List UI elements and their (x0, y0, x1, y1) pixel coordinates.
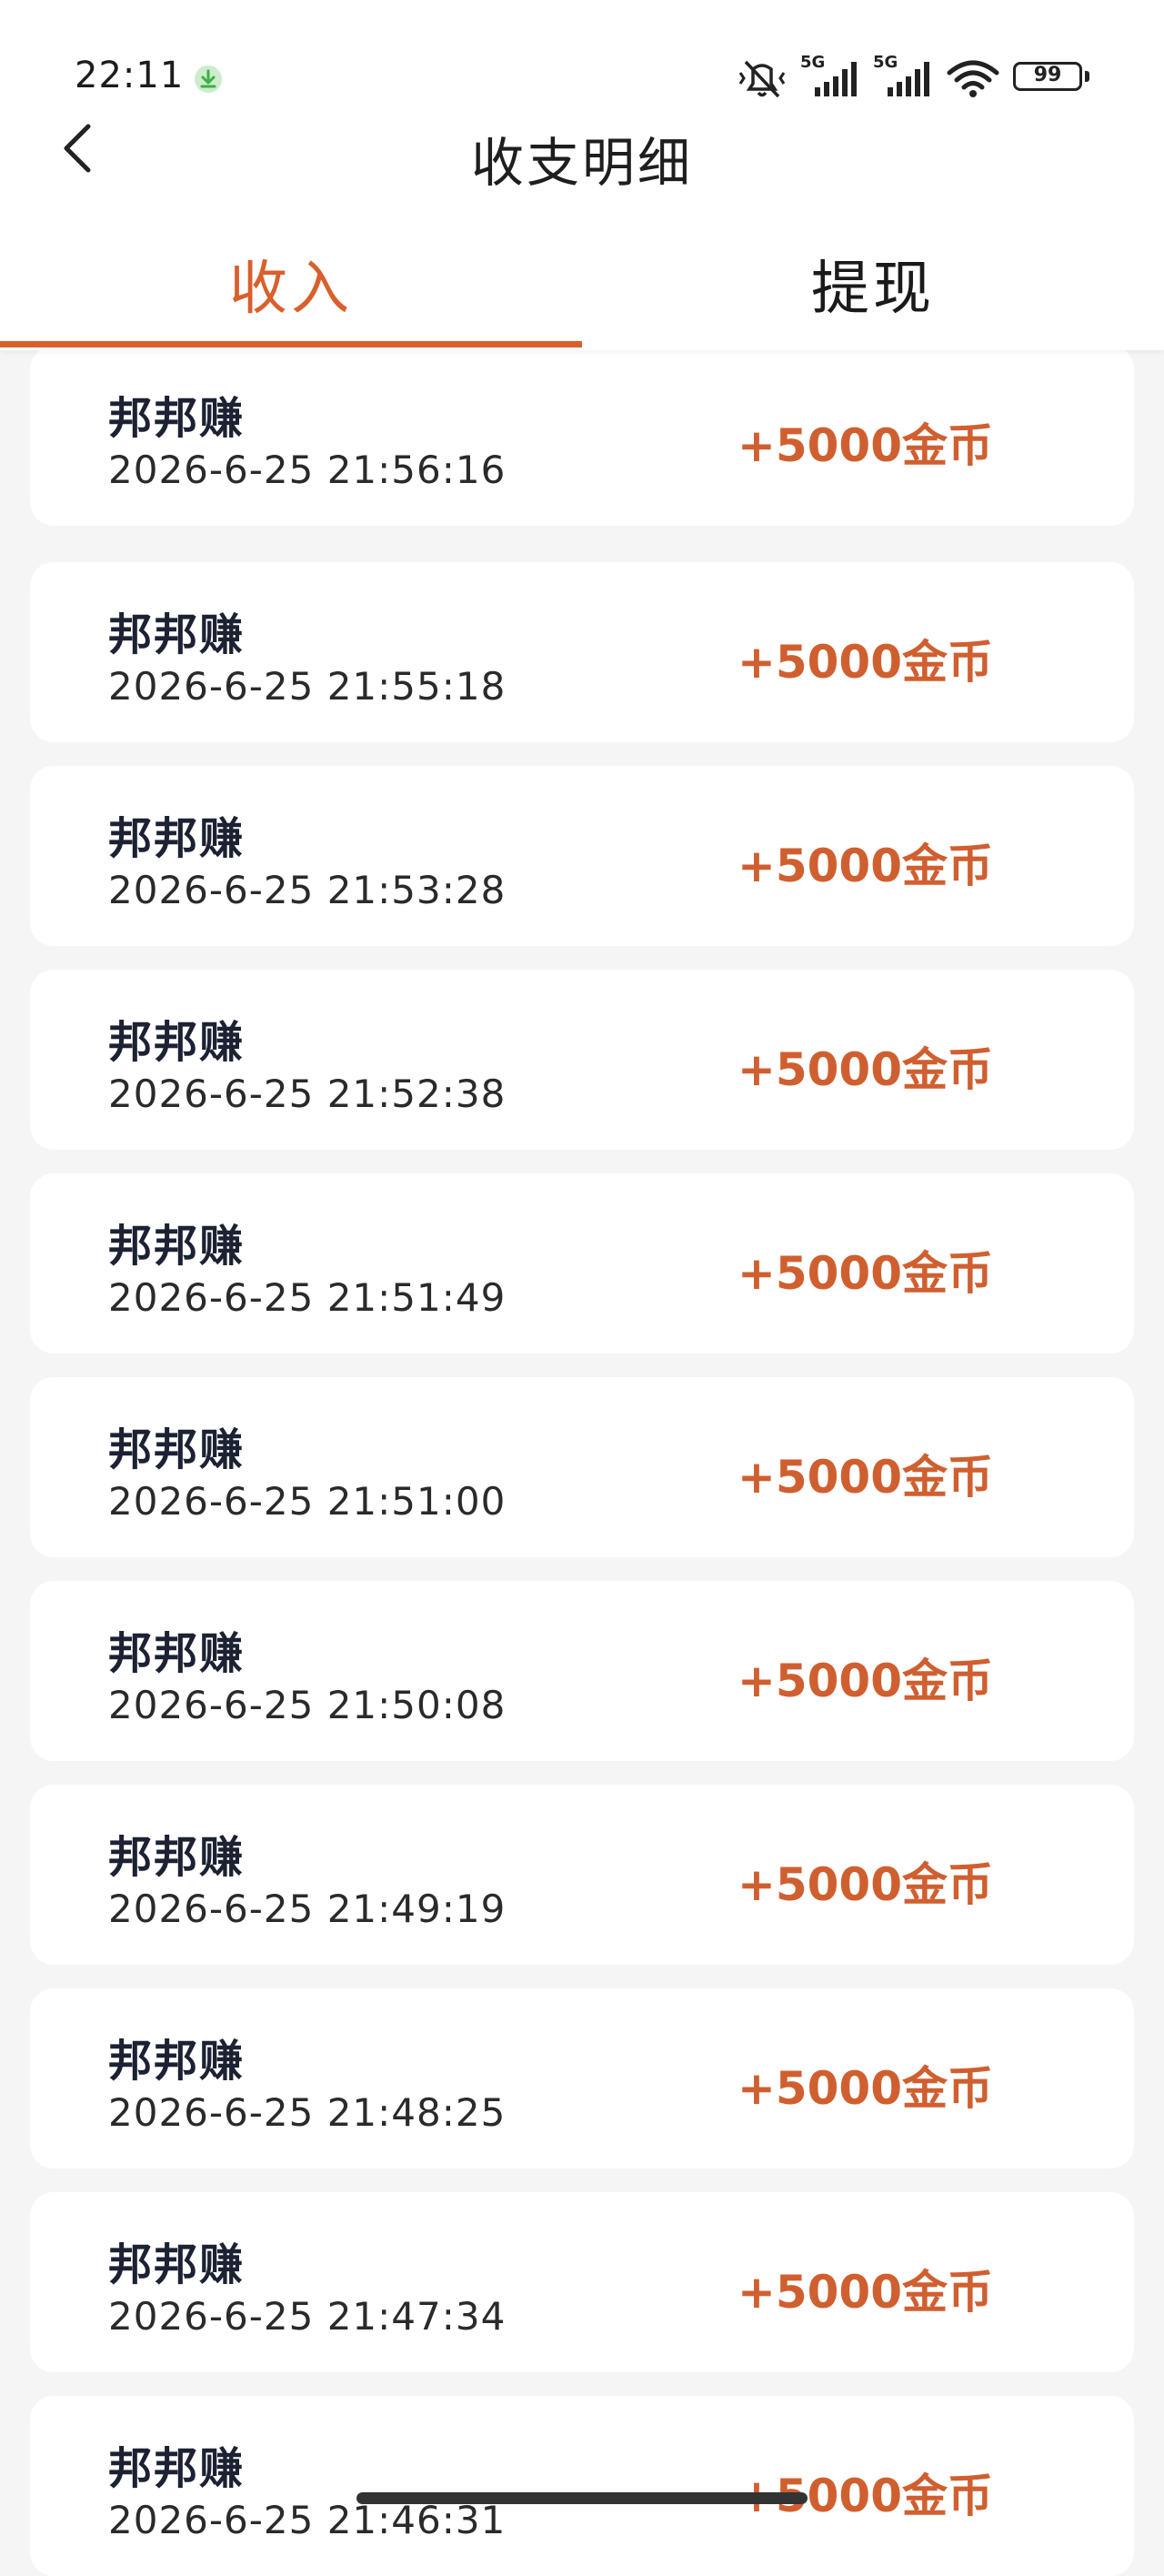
record-name: 邦邦赚 (108, 2239, 246, 2290)
record-name: 邦邦赚 (108, 1424, 246, 1475)
record-time: 2026-6-25 21:56:16 (108, 448, 507, 492)
record-name: 邦邦赚 (108, 1832, 246, 1883)
download-icon (195, 65, 222, 93)
record-card-1[interactable]: 邦邦赚 2026-6-25 21:56:16 +5000金币 (30, 346, 1134, 526)
record-time: 2026-6-25 21:51:00 (108, 1479, 507, 1524)
status-bar: 22:11 5G 5G 99 (0, 0, 1164, 109)
record-amount: +5000金币 (737, 2062, 993, 2115)
record-amount: +5000金币 (737, 1451, 993, 1504)
record-amount: +5000金币 (737, 1858, 993, 1911)
record-name: 邦邦赚 (108, 1017, 246, 1068)
battery-icon: 99 (1013, 62, 1091, 95)
vibrate-mute-icon (738, 60, 786, 98)
tab-withdraw-label: 提现 (811, 256, 935, 323)
tab-withdraw[interactable]: 提现 (582, 227, 1164, 350)
record-time: 2026-6-25 21:48:25 (108, 2090, 507, 2135)
record-time: 2026-6-25 21:46:31 (108, 2498, 507, 2542)
record-card-9[interactable]: 邦邦赚 2026-6-25 21:48:25 +5000金币 (30, 1988, 1134, 2168)
record-card-6[interactable]: 邦邦赚 2026-6-25 21:51:00 +5000金币 (30, 1377, 1134, 1557)
record-amount: +5000金币 (737, 840, 993, 892)
page-header: 22:11 5G 5G 99 收支明细 收入 提现 (0, 0, 1164, 350)
income-record-list[interactable]: 邦邦赚 2026-6-25 21:56:16 +5000金币 邦邦赚 2026-… (0, 0, 1164, 2576)
tab-income[interactable]: 收入 (0, 227, 582, 350)
signal-icon-2: 5G (873, 53, 933, 100)
record-amount: +5000金币 (737, 1655, 993, 1707)
tab-income-label: 收入 (229, 256, 353, 323)
record-time: 2026-6-25 21:55:18 (108, 664, 507, 709)
active-tab-indicator (0, 341, 582, 347)
record-card-11[interactable]: 邦邦赚 2026-6-25 21:46:31 +5000金币 (30, 2396, 1134, 2576)
record-time: 2026-6-25 21:52:38 (108, 1072, 507, 1116)
page-title: 收支明细 (470, 132, 693, 194)
record-amount: +5000金币 (737, 1247, 993, 1300)
record-card-10[interactable]: 邦邦赚 2026-6-25 21:47:34 +5000金币 (30, 2192, 1134, 2372)
record-time: 2026-6-25 21:47:34 (108, 2294, 507, 2339)
status-icons: 5G 5G 99 (737, 53, 1091, 100)
record-name: 邦邦赚 (108, 1628, 246, 1679)
record-amount: +5000金币 (737, 1043, 993, 1096)
record-card-7[interactable]: 邦邦赚 2026-6-25 21:50:08 +5000金币 (30, 1581, 1134, 1761)
home-indicator[interactable] (356, 2492, 808, 2504)
record-time: 2026-6-25 21:49:19 (108, 1887, 507, 1931)
record-amount: +5000金币 (737, 419, 993, 472)
navigation-bar: 收支明细 (0, 109, 1164, 194)
status-time: 22:11 (75, 55, 185, 96)
record-card-5[interactable]: 邦邦赚 2026-6-25 21:51:49 +5000金币 (30, 1173, 1134, 1353)
signal-icon-1: 5G (800, 53, 860, 100)
record-card-4[interactable]: 邦邦赚 2026-6-25 21:52:38 +5000金币 (30, 970, 1134, 1150)
record-amount: +5000金币 (737, 636, 993, 689)
record-card-2[interactable]: 邦邦赚 2026-6-25 21:55:18 +5000金币 (30, 562, 1134, 742)
record-name: 邦邦赚 (108, 609, 246, 660)
record-name: 邦邦赚 (108, 813, 246, 864)
record-time: 2026-6-25 21:50:08 (108, 1683, 507, 1727)
record-name: 邦邦赚 (108, 1221, 246, 1272)
record-name: 邦邦赚 (108, 2036, 246, 2087)
battery-level: 99 (1033, 64, 1062, 86)
record-amount: +5000金币 (737, 2266, 993, 2319)
tab-bar: 收入 提现 (0, 227, 1164, 350)
wifi-icon (947, 60, 999, 97)
record-time: 2026-6-25 21:51:49 (108, 1275, 507, 1320)
record-card-8[interactable]: 邦邦赚 2026-6-25 21:49:19 +5000金币 (30, 1785, 1134, 1965)
record-name: 邦邦赚 (108, 2443, 246, 2494)
record-time: 2026-6-25 21:53:28 (108, 868, 507, 912)
record-card-3[interactable]: 邦邦赚 2026-6-25 21:53:28 +5000金币 (30, 766, 1134, 946)
record-name: 邦邦赚 (108, 393, 246, 444)
